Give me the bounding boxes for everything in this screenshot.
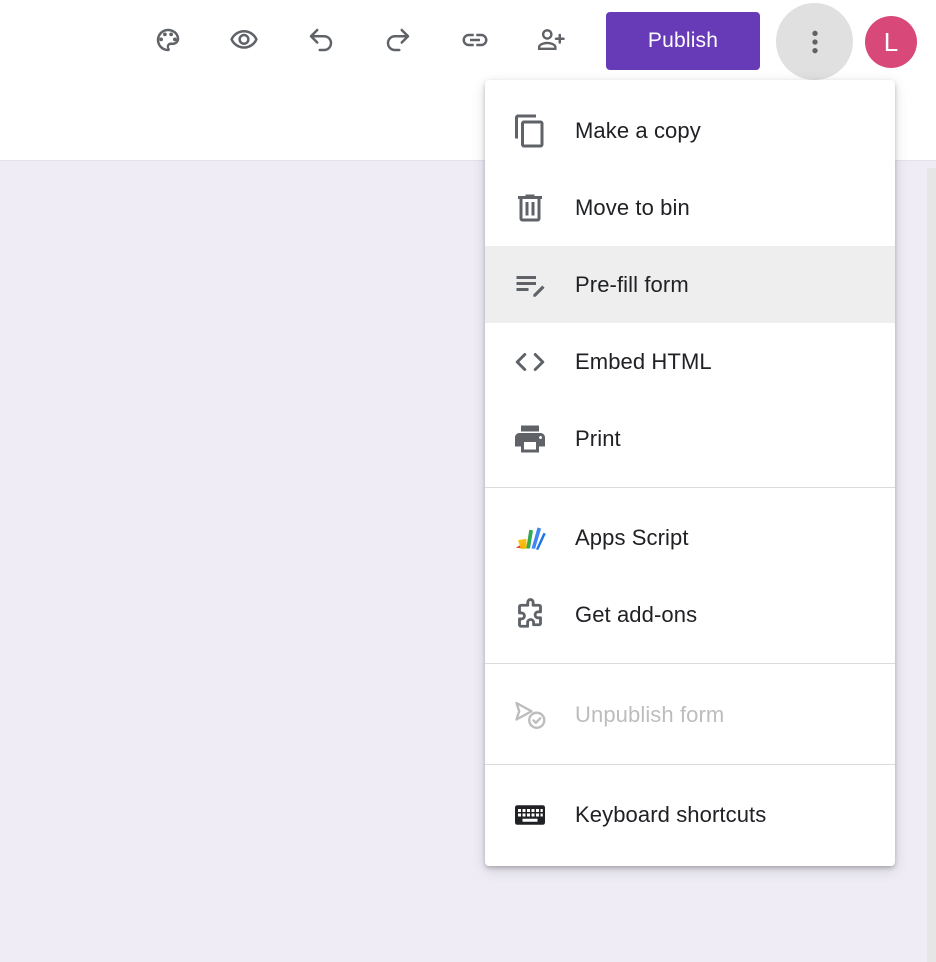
- link-icon[interactable]: [453, 18, 497, 62]
- avatar-initial: L: [883, 26, 899, 57]
- menu-item-embed-html[interactable]: Embed HTML: [485, 323, 895, 400]
- eye-icon[interactable]: [222, 18, 266, 62]
- menu-item-label: Apps Script: [575, 524, 689, 550]
- print-icon: [511, 420, 549, 458]
- menu-item-label: Pre-fill form: [575, 271, 689, 297]
- undo-icon[interactable]: [299, 18, 343, 62]
- menu-divider: [485, 663, 895, 664]
- more-vert-icon: [799, 26, 831, 58]
- menu-item-label: Make a copy: [575, 117, 701, 143]
- menu-item-move-to-bin[interactable]: Move to bin: [485, 169, 895, 246]
- code-icon: [511, 343, 549, 381]
- palette-icon[interactable]: [146, 18, 190, 62]
- publish-button[interactable]: Publish: [606, 12, 760, 70]
- redo-icon[interactable]: [376, 18, 420, 62]
- prefill-icon: [511, 266, 549, 304]
- menu-item-apps-script[interactable]: Apps Script: [485, 499, 895, 576]
- add-collaborator-icon[interactable]: [529, 18, 573, 62]
- menu-item-make-copy[interactable]: Make a copy: [485, 92, 895, 169]
- trash-icon: [511, 189, 549, 227]
- unpublish-icon: [511, 696, 549, 734]
- keyboard-icon: [511, 796, 549, 834]
- apps-script-icon: [511, 519, 549, 557]
- menu-divider: [485, 487, 895, 488]
- menu-item-label: Unpublish form: [575, 701, 725, 727]
- menu-item-label: Keyboard shortcuts: [575, 801, 767, 827]
- menu-item-label: Embed HTML: [575, 348, 712, 374]
- menu-item-unpublish-form: Unpublish form: [485, 676, 895, 753]
- menu-item-keyboard-shortcuts[interactable]: Keyboard shortcuts: [485, 776, 895, 853]
- menu-item-label: Get add-ons: [575, 601, 698, 627]
- menu-item-label: Print: [575, 425, 621, 451]
- menu-item-label: Move to bin: [575, 194, 690, 220]
- more-options-button[interactable]: [776, 3, 853, 80]
- menu-item-print[interactable]: Print: [485, 400, 895, 477]
- copy-icon: [511, 112, 549, 150]
- scrollbar[interactable]: [927, 168, 936, 962]
- menu-item-get-add-ons[interactable]: Get add-ons: [485, 576, 895, 653]
- puzzle-icon: [511, 596, 549, 634]
- menu-item-pre-fill-form[interactable]: Pre-fill form: [485, 246, 895, 323]
- avatar[interactable]: L: [865, 16, 917, 68]
- more-options-menu: Make a copy Move to bin Pre-fill form Em…: [485, 80, 895, 866]
- menu-divider: [485, 764, 895, 765]
